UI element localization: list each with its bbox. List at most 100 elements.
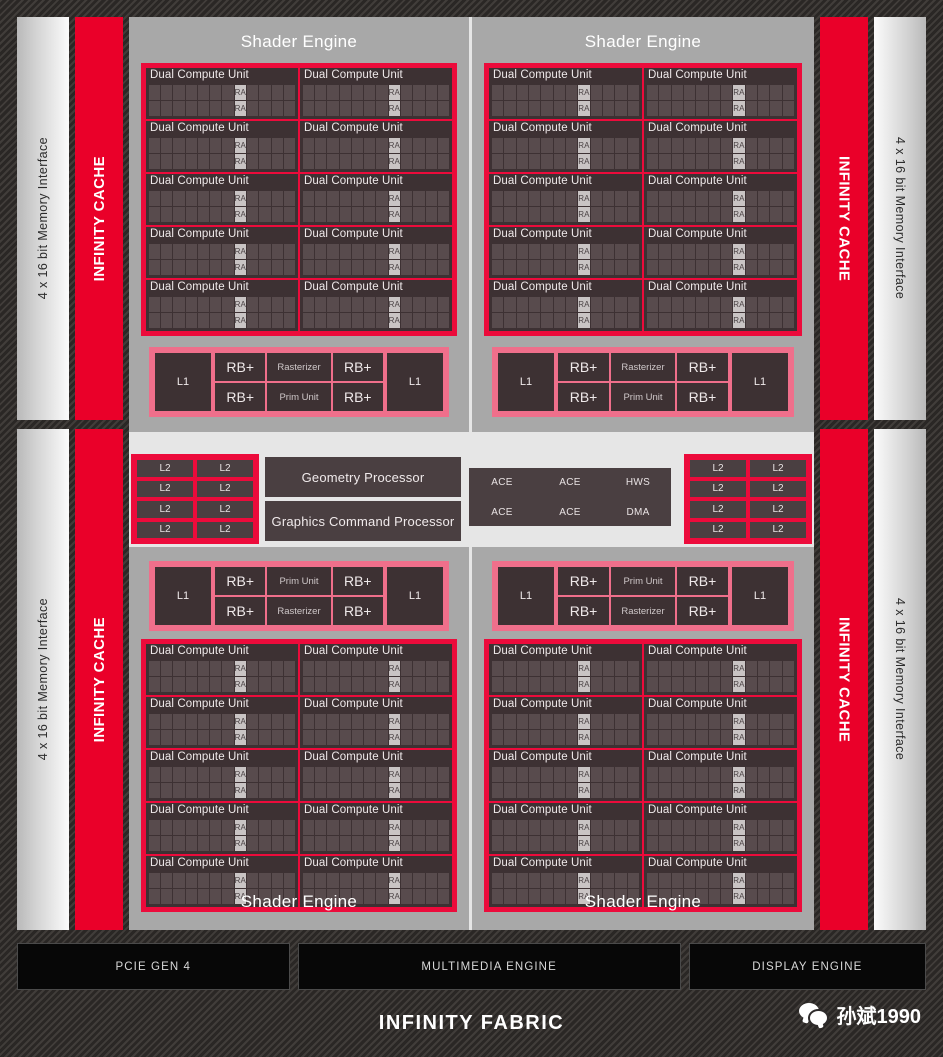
compute-cell	[364, 101, 376, 116]
compute-cell	[590, 85, 603, 100]
compute-cell	[615, 191, 627, 206]
compute-cell	[259, 661, 271, 676]
compute-cell	[413, 207, 425, 222]
compute-cell	[247, 207, 259, 222]
compute-cell	[413, 297, 425, 312]
compute-cell	[149, 820, 161, 835]
compute-cell	[413, 873, 425, 888]
compute-cell	[271, 836, 283, 851]
compute-cell	[758, 767, 770, 782]
dual-compute-unit-label: Dual Compute Unit	[493, 751, 592, 763]
compute-cell	[161, 260, 173, 275]
compute-cell	[553, 313, 565, 328]
dual-compute-unit: Dual Compute Unit RA RA	[644, 280, 797, 331]
compute-cell	[565, 820, 578, 835]
compute-cell	[528, 154, 541, 169]
compute-cell	[149, 661, 161, 676]
compute-cell	[185, 154, 197, 169]
compute-cell	[615, 313, 627, 328]
compute-cell	[627, 677, 639, 692]
compute-cell	[149, 138, 161, 153]
compute-cell	[683, 138, 696, 153]
l2-cache-block: L2	[137, 460, 193, 477]
compute-cell	[283, 714, 295, 729]
infinity-cache-label: INFINITY CACHE	[835, 616, 853, 743]
ray-accelerator: RA	[234, 244, 247, 259]
compute-cell	[720, 873, 733, 888]
compute-cell	[303, 85, 315, 100]
dual-compute-unit-label: Dual Compute Unit	[150, 281, 249, 293]
compute-cell	[516, 138, 528, 153]
compute-cell	[492, 767, 504, 782]
compute-cell	[413, 714, 425, 729]
compute-cell	[720, 714, 733, 729]
compute-cell	[492, 730, 504, 745]
compute-cell	[149, 714, 161, 729]
compute-cell	[210, 820, 222, 835]
compute-cell	[671, 138, 683, 153]
infinity-cache-label: INFINITY CACHE	[90, 616, 108, 743]
compute-cell	[683, 191, 696, 206]
compute-cell	[247, 873, 259, 888]
ray-accelerator: RA	[388, 138, 401, 153]
compute-cell	[339, 661, 351, 676]
compute-cell	[782, 260, 794, 275]
compute-cell	[413, 661, 425, 676]
compute-cell	[603, 85, 615, 100]
dual-compute-unit: Dual Compute Unit RA RA	[146, 697, 298, 748]
rb-plus-2: RB+	[332, 353, 383, 381]
compute-cell	[327, 244, 339, 259]
compute-cell	[708, 313, 720, 328]
compute-cell	[516, 297, 528, 312]
compute-cell	[376, 714, 388, 729]
compute-cell	[553, 297, 565, 312]
dual-compute-unit-grid: RA RA	[492, 820, 639, 851]
compute-cell	[696, 677, 708, 692]
compute-cell	[492, 714, 504, 729]
compute-cell	[708, 297, 720, 312]
compute-cell	[782, 297, 794, 312]
compute-cell	[401, 260, 413, 275]
compute-cell	[173, 767, 185, 782]
compute-cell	[376, 85, 388, 100]
compute-cell	[615, 154, 627, 169]
compute-cell	[247, 85, 259, 100]
compute-cell	[770, 661, 782, 676]
compute-cell	[647, 730, 659, 745]
compute-cell	[173, 101, 185, 116]
compute-cell	[659, 836, 671, 851]
compute-cell	[492, 154, 504, 169]
compute-cell	[173, 138, 185, 153]
compute-cell	[303, 661, 315, 676]
compute-cell	[615, 138, 627, 153]
compute-cell	[364, 297, 376, 312]
compute-cell	[671, 207, 683, 222]
compute-cell	[603, 101, 615, 116]
compute-cell	[782, 661, 794, 676]
compute-cell	[782, 101, 794, 116]
memory-interface-label: 4 x 16 bit Memory Interface	[893, 598, 907, 761]
dual-compute-unit-label: Dual Compute Unit	[304, 69, 403, 81]
compute-cell	[720, 820, 733, 835]
compute-cell	[528, 138, 541, 153]
compute-cell	[222, 138, 234, 153]
compute-cell	[259, 783, 271, 798]
compute-cell	[758, 260, 770, 275]
compute-cell	[173, 820, 185, 835]
compute-cell	[659, 191, 671, 206]
compute-cell	[437, 783, 449, 798]
compute-cell	[197, 820, 210, 835]
compute-cell	[492, 191, 504, 206]
dual-compute-unit-grid: RA RA	[647, 138, 794, 169]
compute-cell	[683, 154, 696, 169]
compute-cell	[504, 661, 516, 676]
compute-cell	[516, 820, 528, 835]
compute-cell	[185, 730, 197, 745]
compute-cell	[770, 154, 782, 169]
dual-compute-unit-grid: RA RA	[149, 138, 295, 169]
ray-accelerator: RA	[733, 767, 745, 782]
compute-cell	[303, 783, 315, 798]
compute-cell	[659, 101, 671, 116]
compute-cell	[247, 767, 259, 782]
compute-cell	[401, 191, 413, 206]
